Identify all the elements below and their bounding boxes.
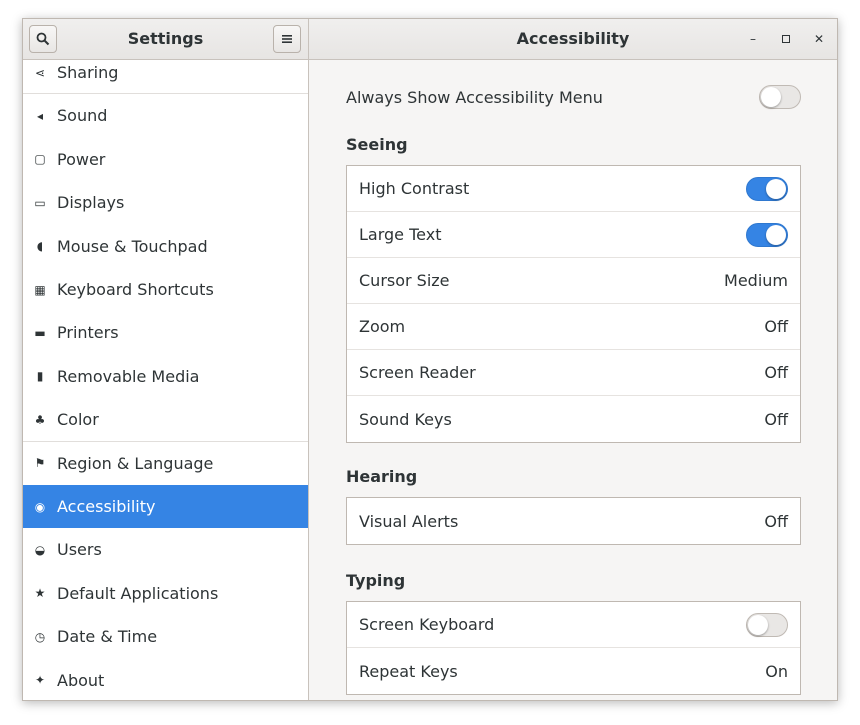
sidebar-item-accessibility[interactable]: ◉ Accessibility <box>23 485 308 528</box>
zoom-row[interactable]: Zoom Off <box>347 304 800 350</box>
visual-alerts-label: Visual Alerts <box>359 511 459 531</box>
large-text-row[interactable]: Large Text <box>347 212 800 258</box>
screen-keyboard-row[interactable]: Screen Keyboard <box>347 602 800 648</box>
sidebar-item-mouse-and-touchpad[interactable]: ◖ Mouse & Touchpad <box>23 225 308 268</box>
typing-section-title: Typing <box>346 571 406 590</box>
zoom-value: Off <box>764 317 788 336</box>
sound-keys-label: Sound Keys <box>359 409 452 429</box>
high-contrast-label: High Contrast <box>359 179 470 198</box>
hamburger-menu-icon <box>282 35 292 43</box>
large-text-switch[interactable] <box>746 222 788 247</box>
large-text-label: Large Text <box>359 225 442 244</box>
sidebar-item-label: Keyboard Shortcuts <box>57 280 214 299</box>
high-contrast-row[interactable]: High Contrast <box>347 166 800 212</box>
sidebar-item-label: Date & Time <box>57 627 158 647</box>
color-icon: ♣ <box>34 412 46 427</box>
seeing-list: High Contrast Large Text Cursor Size Medium… <box>346 165 801 443</box>
sound-keys-row[interactable]: Sound Keys Off <box>347 396 800 442</box>
sidebar-item-label: About <box>57 670 105 690</box>
sidebar-item-displays[interactable]: ▭ Displays <box>23 181 308 224</box>
sidebar-item-color[interactable]: ♣ Color <box>23 398 308 441</box>
close-button[interactable]: ✕ <box>809 29 829 49</box>
seeing-section-title: Seeing <box>346 135 408 154</box>
screen-keyboard-label: Screen Keyboard <box>359 615 495 634</box>
star-icon: ★ <box>34 586 46 601</box>
sidebar-item-keyboard-shortcuts[interactable]: ▦ Keyboard Shortcuts <box>23 268 308 311</box>
mouse-icon: ◖ <box>36 239 44 254</box>
sidebar-item-label: Users <box>57 540 102 560</box>
always-show-menu-row[interactable]: Always Show Accessibility Menu <box>346 77 801 117</box>
search-icon <box>36 32 50 46</box>
sidebar-title: Settings <box>127 29 204 48</box>
sidebar-item-label: Removable Media <box>57 366 200 386</box>
keyboard-icon: ▦ <box>34 282 46 297</box>
sidebar-item-label: Default Applications <box>57 583 219 603</box>
sidebar-item-date-and-time[interactable]: ◷ Date & Time <box>23 615 308 658</box>
high-contrast-switch[interactable] <box>746 176 788 201</box>
sidebar-item-label: Printers <box>57 323 119 343</box>
close-icon: ✕ <box>813 32 825 46</box>
sidebar-item-sound[interactable]: ◂ Sound <box>23 94 308 137</box>
zoom-label: Zoom <box>359 317 406 336</box>
menu-button[interactable] <box>273 25 301 53</box>
maximize-button[interactable] <box>776 29 796 49</box>
sidebar-item-label: Color <box>57 410 99 430</box>
screen-reader-value: Off <box>764 363 788 382</box>
hearing-list: Visual Alerts Off <box>346 497 801 545</box>
sidebar-item-label: Power <box>57 149 106 169</box>
sidebar-item-label: Region & Language <box>57 453 214 473</box>
repeat-keys-label: Repeat Keys <box>359 661 458 681</box>
always-show-menu-switch[interactable] <box>759 85 801 109</box>
sidebar-header: Settings <box>23 19 309 59</box>
accessibility-icon: ◉ <box>34 499 46 514</box>
sidebar-item-label: Sound <box>57 106 108 126</box>
maximize-icon <box>782 35 790 43</box>
sidebar-item-label: Mouse & Touchpad <box>57 236 208 256</box>
sidebar-item-power[interactable]: ▢ Power <box>23 138 308 181</box>
speaker-icon: ◂ <box>36 108 44 123</box>
search-button[interactable] <box>29 25 57 53</box>
screen-reader-label: Screen Reader <box>359 363 476 382</box>
screen-reader-row[interactable]: Screen Reader Off <box>347 350 800 396</box>
typing-list: Screen Keyboard Repeat Keys On <box>346 601 801 695</box>
cursor-size-label: Cursor Size <box>359 271 450 290</box>
header-bar: Settings Accessibility – ✕ <box>23 19 837 60</box>
visual-alerts-value: Off <box>764 511 788 531</box>
sound-keys-value: Off <box>764 409 788 429</box>
sidebar: ⋖ Sharing ◂ Sound ▢ Power ▭ Displays ◖ Mouse & To… <box>23 60 309 700</box>
repeat-keys-value: On <box>765 661 788 681</box>
usb-drive-icon: ▮ <box>36 369 44 384</box>
minimize-icon: – <box>750 32 756 46</box>
always-show-menu-label: Always Show Accessibility Menu <box>346 87 603 107</box>
sidebar-item-label: Displays <box>57 193 125 213</box>
sidebar-item-region-and-language[interactable]: ⚑ Region & Language <box>23 442 308 485</box>
sidebar-item-users[interactable]: ◒ Users <box>23 528 308 571</box>
users-icon: ◒ <box>34 542 46 557</box>
display-icon: ▭ <box>34 195 46 210</box>
printer-icon: ▬ <box>34 325 46 340</box>
repeat-keys-row[interactable]: Repeat Keys On <box>347 648 800 694</box>
about-icon: ✦ <box>34 673 46 688</box>
clock-icon: ◷ <box>34 629 46 644</box>
flag-icon: ⚑ <box>34 456 46 471</box>
screen-keyboard-switch[interactable] <box>746 612 788 637</box>
minimize-button[interactable]: – <box>743 29 763 49</box>
accessibility-panel: Always Show Accessibility Menu Seeing Hi… <box>309 60 837 700</box>
sidebar-item-printers[interactable]: ▬ Printers <box>23 311 308 354</box>
visual-alerts-row[interactable]: Visual Alerts Off <box>347 498 800 544</box>
power-icon: ▢ <box>34 152 46 167</box>
sidebar-item-default-applications[interactable]: ★ Default Applications <box>23 572 308 615</box>
sidebar-item-label: Accessibility <box>57 497 156 516</box>
sidebar-item-sharing[interactable]: ⋖ Sharing <box>23 60 308 94</box>
cursor-size-row[interactable]: Cursor Size Medium <box>347 258 800 304</box>
share-icon: ⋖ <box>34 65 46 80</box>
cursor-size-value: Medium <box>724 271 788 290</box>
settings-window: Settings Accessibility – ✕ ⋖ Sharing ◂ Soun… <box>22 18 838 701</box>
sidebar-item-about[interactable]: ✦ About <box>23 659 308 700</box>
sidebar-item-label: Sharing <box>57 63 119 82</box>
hearing-section-title: Hearing <box>346 467 418 486</box>
sidebar-item-removable-media[interactable]: ▮ Removable Media <box>23 355 308 398</box>
